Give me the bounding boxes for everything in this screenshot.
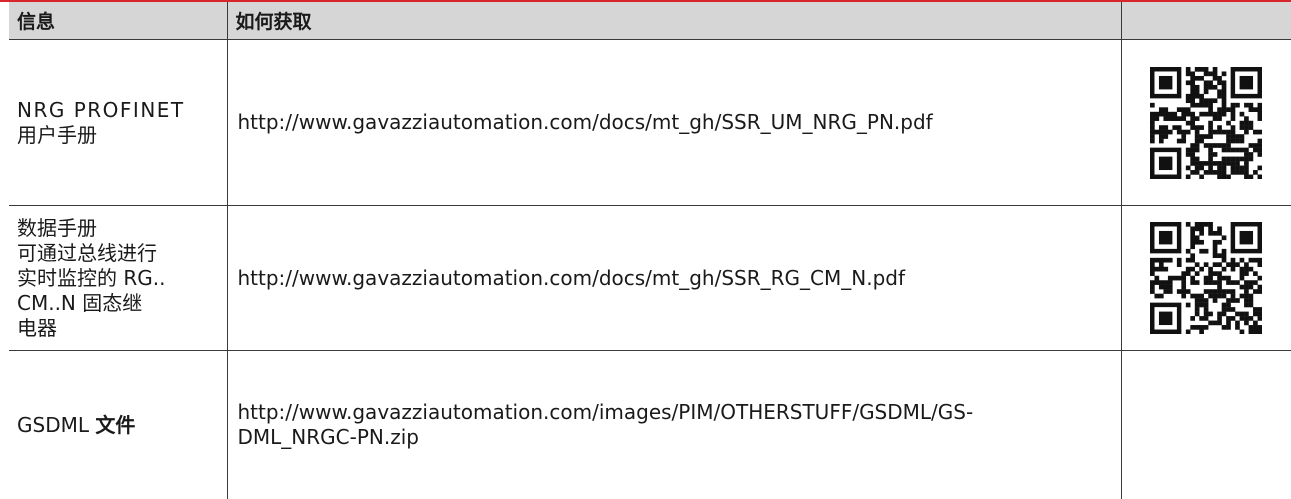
qr-code-icon[interactable] [1150,222,1262,334]
doc-name-line: 数据手册 [17,216,223,241]
doc-url-cell: http://www.gavazziautomation.com/images/… [227,351,1121,499]
doc-name-cell: GSDML 文件 [9,351,227,499]
header-how-to-get: 如何获取 [227,2,1121,40]
doc-url-link[interactable]: http://www.gavazziautomation.com/docs/mt… [238,266,906,290]
table-row: 数据手册 可通过总线进行 实时监控的 RG.. CM..N 固态继 电器 htt… [9,206,1291,351]
qr-cell [1121,40,1291,206]
doc-url-link[interactable]: http://www.gavazziautomation.com/images/… [238,400,1121,425]
table-row: GSDML 文件 http://www.gavazziautomation.co… [9,351,1291,499]
doc-name-line: 可通过总线进行 [17,241,223,266]
doc-url-link[interactable]: DML_NRGC-PN.zip [238,425,1121,450]
doc-url-cell: http://www.gavazziautomation.com/docs/mt… [227,40,1121,206]
doc-name-prefix: GSDML [17,413,95,437]
doc-name-line: NRG PROFINET [17,98,223,123]
doc-url-link[interactable]: http://www.gavazziautomation.com/docs/mt… [238,110,933,134]
doc-name-line: 电器 [17,316,223,341]
table-row: NRG PROFINET 用户手册 http://www.gavazziauto… [9,40,1291,206]
table-header-row: 信息 如何获取 [9,2,1291,40]
header-info: 信息 [9,2,227,40]
doc-name-bold: 文件 [95,413,135,437]
doc-name-line: 实时监控的 RG.. [17,266,223,291]
doc-name-line: 用户手册 [17,123,223,148]
qr-code-icon[interactable] [1150,67,1262,179]
qr-cell [1121,206,1291,351]
empty-qr-cell [1121,351,1291,499]
doc-url-cell: http://www.gavazziautomation.com/docs/mt… [227,206,1121,351]
doc-name-cell: NRG PROFINET 用户手册 [9,40,227,206]
doc-name-line: CM..N 固态继 [17,291,223,316]
info-table: 信息 如何获取 NRG PROFINET 用户手册 http://www.gav… [9,2,1291,499]
header-qr [1121,2,1291,40]
doc-name-cell: 数据手册 可通过总线进行 实时监控的 RG.. CM..N 固态继 电器 [9,206,227,351]
